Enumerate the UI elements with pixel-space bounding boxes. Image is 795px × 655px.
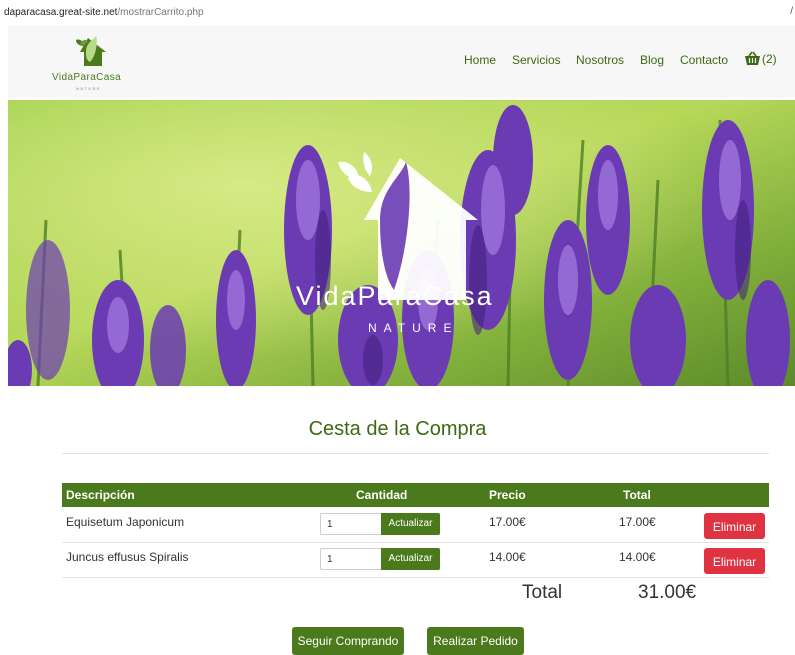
delete-button[interactable]: Eliminar: [704, 548, 765, 574]
url-text[interactable]: daparacasa.great-site.net/mostrarCarrito…: [4, 7, 204, 18]
item-description: Equisetum Japonicum: [66, 515, 185, 529]
column-header-description: Descripción: [66, 488, 135, 502]
item-total: 14.00€: [619, 550, 656, 564]
logo-tagline: NATURE: [76, 86, 102, 91]
nav-blog[interactable]: Blog: [640, 53, 664, 67]
update-button[interactable]: Actualizar: [381, 513, 440, 535]
nav-servicios[interactable]: Servicios: [512, 53, 561, 67]
nav-home[interactable]: Home: [464, 53, 496, 67]
item-total: 17.00€: [619, 515, 656, 529]
item-description: Juncus effusus Spiralis: [66, 550, 189, 564]
site-logo[interactable]: VidaParaCasa NATURE: [52, 32, 132, 92]
basket-icon: [745, 51, 760, 65]
item-price: 14.00€: [489, 550, 526, 564]
hero-logo-sub: NATURE: [368, 321, 458, 335]
update-button[interactable]: Actualizar: [381, 548, 440, 570]
quantity-input[interactable]: 1: [320, 548, 382, 570]
browser-address-bar[interactable]: daparacasa.great-site.net/mostrarCarrito…: [0, 0, 795, 26]
hero-lavender-image: VidaParaCasa NATURE: [8, 100, 795, 386]
nav-nosotros[interactable]: Nosotros: [576, 53, 624, 67]
nav-contacto[interactable]: Contacto: [680, 53, 728, 67]
quantity-input[interactable]: 1: [320, 513, 382, 535]
place-order-button[interactable]: Realizar Pedido: [427, 627, 524, 655]
address-bar-edge: /: [790, 6, 793, 17]
cart-link[interactable]: (2): [744, 51, 777, 66]
table-row: Equisetum Japonicum 1 Actualizar 17.00€ …: [62, 508, 769, 543]
cart-total-value: 31.00€: [638, 582, 697, 603]
cart-count: (2): [762, 51, 777, 66]
column-header-quantity: Cantidad: [356, 488, 408, 502]
page-title: Cesta de la Compra: [308, 418, 487, 440]
logo-house-icon: [76, 36, 106, 66]
site-navbar: VidaParaCasa NATURE Home Servicios Nosot…: [8, 26, 795, 98]
cart-table-header: Descripción Cantidad Precio Total: [62, 483, 769, 507]
cart-total-label: Total: [522, 582, 563, 603]
item-price: 17.00€: [489, 515, 526, 529]
column-header-total: Total: [623, 488, 651, 502]
column-header-price: Precio: [489, 488, 526, 502]
title-divider: [62, 453, 769, 454]
hero-logo-text: VidaParaCasa: [296, 281, 494, 311]
table-row: Juncus effusus Spiralis 1 Actualizar 14.…: [62, 543, 769, 578]
continue-shopping-button[interactable]: Seguir Comprando: [292, 627, 404, 655]
hero-banner: VidaParaCasa NATURE: [8, 100, 795, 386]
logo-text: VidaParaCasa: [52, 72, 122, 83]
url-path: /mostrarCarrito.php: [117, 7, 204, 18]
url-host: daparacasa.great-site.net: [4, 7, 118, 18]
delete-button[interactable]: Eliminar: [704, 513, 765, 539]
